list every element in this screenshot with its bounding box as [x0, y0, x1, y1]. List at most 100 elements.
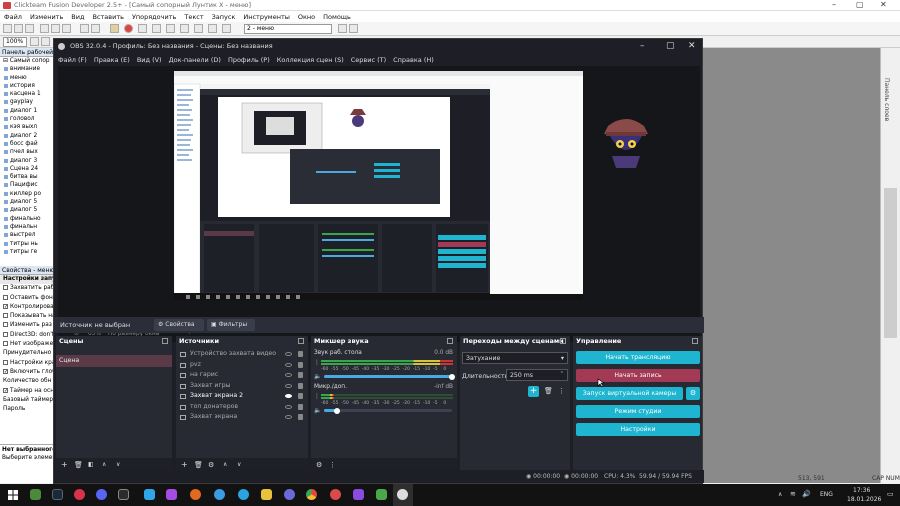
virtual-camera-button[interactable]: Запуск виртуальной камеры [576, 387, 683, 400]
chrome-icon[interactable] [306, 489, 317, 500]
app-purple-icon[interactable] [353, 489, 364, 500]
source-item[interactable]: топ донатеров [176, 402, 308, 413]
obs-menu-item[interactable]: Профиль (P) [228, 56, 270, 64]
close-icon[interactable]: ✕ [880, 0, 887, 9]
property-row[interactable]: Пароль [0, 405, 55, 414]
obs-minimize-icon[interactable]: – [640, 39, 645, 54]
lock-icon[interactable] [298, 372, 303, 378]
tree-item[interactable]: диалог 1 [0, 107, 55, 115]
virtual-camera-settings-icon[interactable]: ⚙ [686, 387, 700, 400]
checkbox[interactable] [3, 341, 8, 347]
frame-editor-area[interactable] [702, 48, 900, 483]
lock-icon[interactable] [298, 393, 303, 399]
undock-icon[interactable] [447, 338, 453, 344]
undock-icon[interactable] [298, 338, 304, 344]
windows-start-icon[interactable] [8, 490, 18, 500]
tree-item[interactable]: диалог 5 [0, 198, 55, 206]
tree-item[interactable]: выстрел [0, 231, 55, 239]
paste-icon[interactable] [62, 24, 71, 33]
obs-menu-item[interactable]: Правка (E) [94, 56, 130, 64]
visibility-eye-icon[interactable] [285, 352, 292, 356]
visibility-eye-icon[interactable] [285, 404, 292, 409]
events-icon[interactable] [180, 24, 189, 33]
copy-icon[interactable] [51, 24, 60, 33]
clock-date[interactable]: 18.01.2026 [847, 496, 881, 503]
undo-icon[interactable] [80, 24, 89, 33]
visibility-eye-icon[interactable] [285, 394, 292, 398]
source-settings-icon[interactable]: ⚙ [208, 461, 214, 469]
yandex-browser-icon[interactable] [74, 489, 85, 500]
menu-item[interactable]: Упорядочить [132, 13, 176, 21]
telegram-icon[interactable] [238, 489, 249, 500]
add-scene-icon[interactable]: + [61, 461, 68, 469]
filters-button[interactable]: ▣ Фильтры [207, 319, 255, 331]
obs-menu-item[interactable]: Справка (H) [393, 56, 434, 64]
property-row[interactable]: Изменить раз [0, 321, 55, 330]
prev-frame-icon[interactable] [338, 24, 347, 33]
remove-transition-icon[interactable]: 🗑 [544, 387, 553, 395]
transition-select[interactable]: Затухание ▾ [462, 352, 568, 364]
start-recording-button[interactable]: Начать запись [576, 369, 700, 382]
maximize-icon[interactable]: ▢ [856, 0, 864, 9]
undock-icon[interactable] [560, 338, 566, 344]
tree-item[interactable]: финально [0, 215, 55, 223]
remove-source-icon[interactable]: 🗑 [194, 461, 203, 469]
tree-root[interactable]: ⊟ Самый сопор [0, 57, 55, 65]
source-item[interactable]: Захват экрана 2 [176, 391, 308, 402]
epic-games-icon[interactable] [118, 489, 129, 500]
menu-item[interactable]: Инструменты [243, 13, 290, 21]
menu-item[interactable]: Вставить [92, 13, 123, 21]
volume-slider[interactable] [324, 373, 455, 380]
visibility-eye-icon[interactable] [285, 383, 292, 388]
notification-icon[interactable]: ▭ [887, 490, 894, 498]
obs-taskbar-icon[interactable] [397, 489, 408, 500]
menu-item[interactable]: Изменить [30, 13, 63, 21]
mixer-menu-icon[interactable]: ⋮ [329, 461, 336, 469]
open-icon[interactable] [14, 24, 23, 33]
tree-item[interactable]: история [0, 82, 55, 90]
property-row[interactable]: ✓ Контролировал [0, 303, 55, 312]
event-list-icon[interactable] [222, 24, 231, 33]
obs-maximize-icon[interactable]: ▢ [666, 39, 675, 54]
source-item[interactable]: Захват игры [176, 381, 308, 392]
new-icon[interactable] [3, 24, 12, 33]
obs-menu-item[interactable]: Вид (V) [137, 56, 162, 64]
property-row[interactable]: Direct3D: don't [0, 331, 55, 340]
tree-item[interactable]: диалог 5 [0, 206, 55, 214]
tree-item[interactable]: меню [0, 74, 55, 82]
lock-icon[interactable] [298, 382, 303, 389]
source-item[interactable]: Захват экрана [176, 412, 308, 423]
purple-app-icon[interactable] [166, 489, 177, 500]
obs-close-icon[interactable]: ✕ [688, 39, 696, 54]
studio-mode-button[interactable]: Режим студии [576, 405, 700, 418]
obs-menu-item[interactable]: Файл (F) [58, 56, 87, 64]
storyboard-icon[interactable] [194, 24, 203, 33]
minimize-icon[interactable]: – [832, 0, 836, 9]
property-row[interactable]: ✓ Включить глоб [0, 368, 55, 377]
undock-icon[interactable] [692, 338, 698, 344]
tree-item[interactable]: gayplay [0, 98, 55, 106]
property-row[interactable]: Показывать на [0, 312, 55, 321]
layers-panel-label[interactable]: Панель слоев [883, 78, 890, 121]
menu-item[interactable]: Текст [184, 13, 203, 21]
tree-item[interactable]: босс фай [0, 140, 55, 148]
obs-menu-item[interactable]: Сервис (T) [351, 56, 386, 64]
checkbox[interactable] [3, 331, 8, 337]
run-app-icon[interactable] [166, 24, 175, 33]
language-indicator[interactable]: ENG [820, 491, 833, 498]
menu-item[interactable]: Файл [4, 13, 22, 21]
transition-menu-icon[interactable]: ⋮ [558, 387, 565, 395]
wifi-icon[interactable]: ≋ [790, 490, 796, 498]
next-frame-icon[interactable] [349, 24, 358, 33]
zoom-combo[interactable]: 100% [3, 37, 27, 47]
grid-icon[interactable] [30, 37, 39, 46]
property-row[interactable]: Количество обн [0, 377, 55, 386]
frame-combo[interactable]: 2 - меню [244, 24, 332, 34]
checkbox[interactable]: ✓ [3, 368, 8, 374]
scene-filter-icon[interactable]: ◧ [88, 461, 94, 469]
lock-icon[interactable] [298, 403, 303, 410]
discord-icon[interactable] [96, 489, 107, 500]
minecraft-icon[interactable] [30, 489, 41, 500]
tree-item[interactable]: кэя выхл [0, 123, 55, 131]
tree-item[interactable]: касцена 1 [0, 90, 55, 98]
